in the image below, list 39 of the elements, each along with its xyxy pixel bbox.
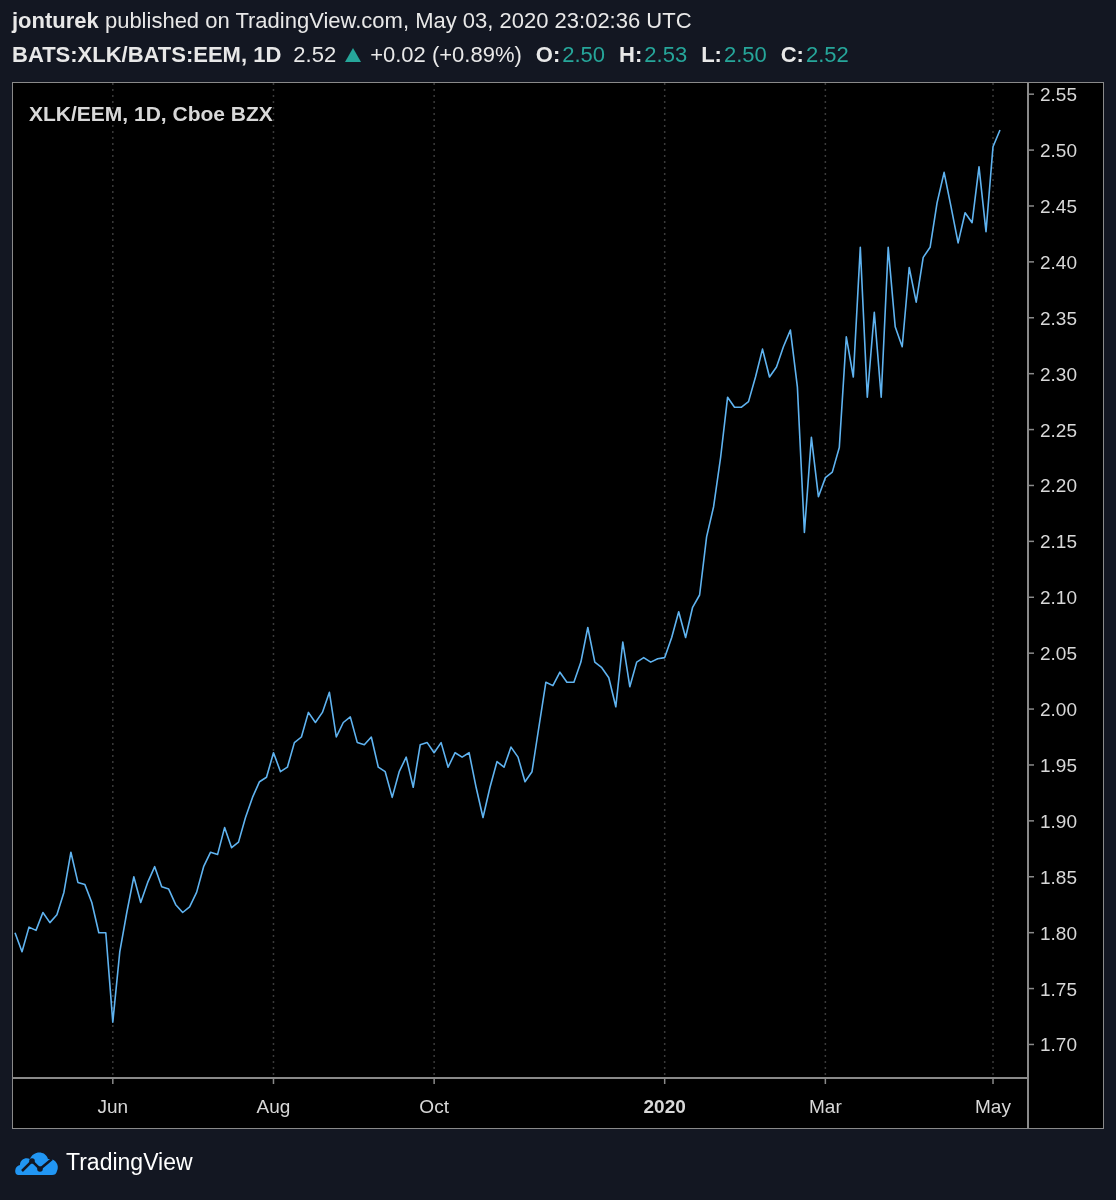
price-axis-label: 2.30 bbox=[1040, 363, 1077, 385]
ohlc-value: 2.50 bbox=[723, 41, 767, 69]
price-axis-label: 2.15 bbox=[1040, 531, 1077, 553]
time-axis-label: Mar bbox=[809, 1096, 842, 1117]
price-axis-label: 2.00 bbox=[1040, 699, 1077, 721]
time-axis-label: 2020 bbox=[643, 1096, 686, 1117]
price-axis-label: 2.05 bbox=[1040, 643, 1077, 665]
price-axis-label: 2.35 bbox=[1040, 307, 1077, 329]
ohlc-value: 2.53 bbox=[644, 41, 688, 69]
ohlc-label: H: bbox=[619, 41, 643, 69]
brand-name: TradingView bbox=[66, 1148, 193, 1176]
price-axis-label: 2.25 bbox=[1040, 419, 1077, 441]
ohlc-label: L: bbox=[701, 41, 722, 69]
price-axis-label: 2.20 bbox=[1040, 475, 1077, 497]
price-axis-label: 1.90 bbox=[1040, 810, 1077, 832]
price-axis-label: 1.70 bbox=[1040, 1034, 1077, 1056]
time-axis-label: Oct bbox=[419, 1096, 449, 1117]
time-axis-label: Aug bbox=[256, 1096, 291, 1117]
price-axis-label: 2.45 bbox=[1040, 196, 1077, 217]
price-change: +0.02 (+0.89%) bbox=[370, 41, 522, 69]
price-axis-label: 1.75 bbox=[1040, 978, 1077, 1000]
ohlc-label: C: bbox=[780, 41, 804, 69]
up-triangle-icon bbox=[344, 47, 363, 63]
price-axis-label: 1.80 bbox=[1040, 922, 1077, 944]
price-axis-label: 2.55 bbox=[1040, 84, 1077, 106]
price-axis-label: 2.10 bbox=[1040, 587, 1077, 609]
symbol-label: BATS:XLK/BATS:EEM, 1D bbox=[12, 41, 282, 69]
price-axis-label: 1.95 bbox=[1040, 754, 1077, 776]
price-axis-label: 2.40 bbox=[1040, 251, 1077, 273]
ohlc-label: O: bbox=[535, 41, 561, 69]
time-axis-label: Jun bbox=[97, 1096, 129, 1117]
last-price: 2.52 bbox=[293, 41, 337, 69]
price-axis-label: 2.50 bbox=[1040, 140, 1077, 162]
publish-byline: jonturek published on TradingView.com, May 03, 2020 23:02:36 UTC bbox=[12, 7, 693, 35]
chart-title: XLK/EEM, 1D, Cboe BZX bbox=[29, 102, 273, 125]
time-axis-label: May bbox=[975, 1096, 1011, 1117]
ohlc-value: 2.52 bbox=[805, 41, 849, 69]
ohlc-value: 2.50 bbox=[562, 41, 606, 69]
price-axis-label: 1.85 bbox=[1040, 866, 1077, 888]
